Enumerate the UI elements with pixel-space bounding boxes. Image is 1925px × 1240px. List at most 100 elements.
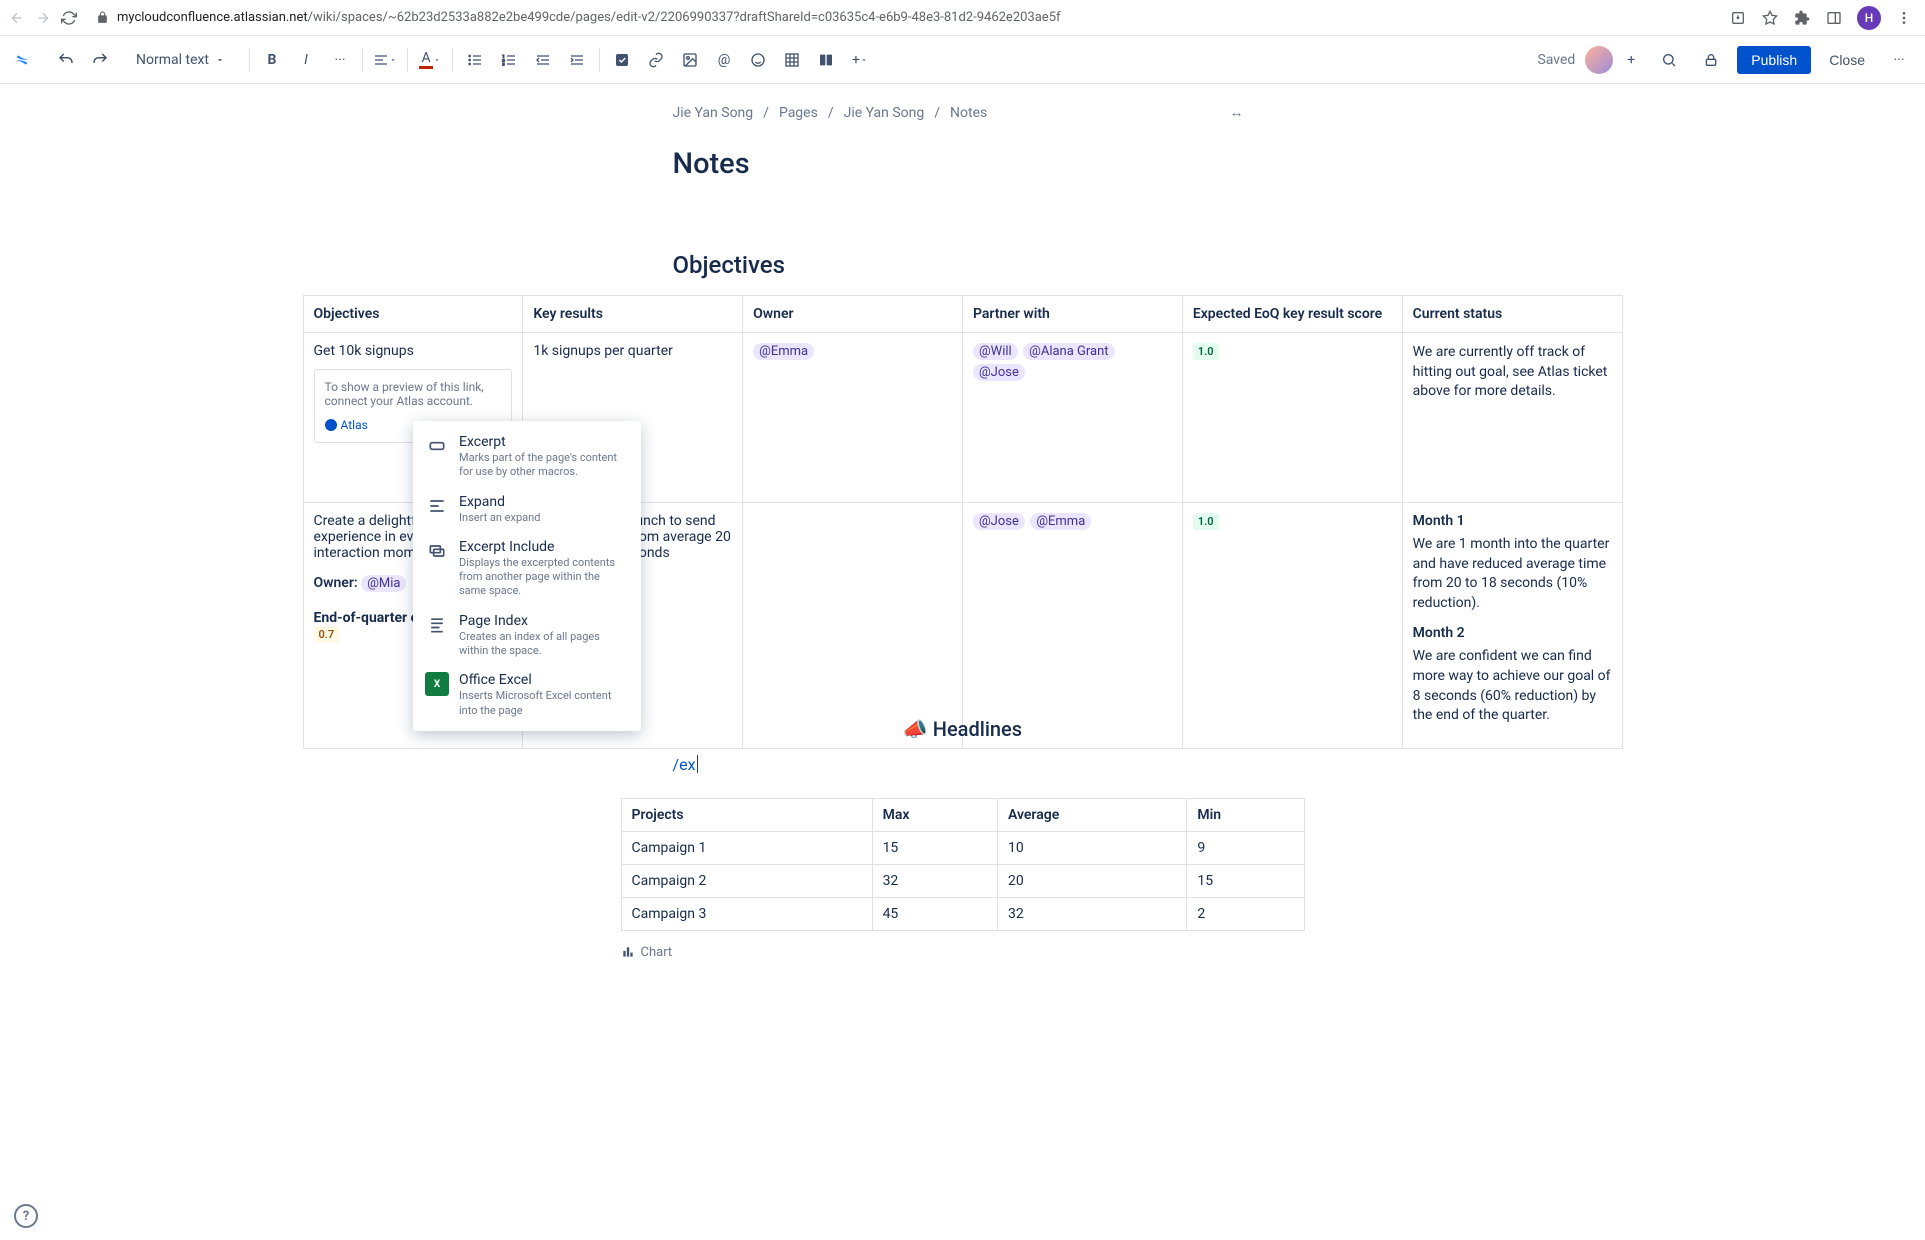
slash-item-page-index[interactable]: Page IndexCreates an index of all pages …: [413, 606, 641, 666]
more-formatting-button[interactable]: ···: [324, 44, 356, 76]
find-replace-button[interactable]: [1653, 44, 1685, 76]
score-cell[interactable]: 1.0: [1182, 503, 1402, 749]
browser-menu-icon[interactable]: [1895, 9, 1913, 27]
restrictions-button[interactable]: [1695, 44, 1727, 76]
owner-cell[interactable]: @Emma: [743, 333, 963, 503]
slash-item-office-excel[interactable]: X Office ExcelInserts Microsoft Excel co…: [413, 665, 641, 725]
status-cell[interactable]: Month 1 We are 1 month into the quarter …: [1402, 503, 1622, 749]
mention-chip[interactable]: @Jose: [973, 364, 1025, 381]
chart-macro-hint[interactable]: Chart: [621, 945, 1305, 960]
partner-cell[interactable]: @Jose @Emma: [962, 503, 1182, 749]
score-cell[interactable]: 1.0: [1182, 333, 1402, 503]
close-button[interactable]: Close: [1821, 46, 1873, 74]
cell[interactable]: 20: [997, 864, 1186, 897]
cell[interactable]: 45: [872, 897, 997, 930]
url-domain: mycloudconfluence.atlassian.net: [117, 10, 308, 25]
link-button[interactable]: [640, 44, 672, 76]
owner-cell[interactable]: [743, 503, 963, 749]
slash-item-expand[interactable]: ExpandInsert an expand: [413, 487, 641, 532]
mention-chip[interactable]: @Jose: [973, 513, 1025, 530]
numbered-list-button[interactable]: 123: [493, 44, 525, 76]
indent-button[interactable]: [561, 44, 593, 76]
cell[interactable]: 32: [872, 864, 997, 897]
breadcrumb-item[interactable]: Pages: [779, 105, 818, 121]
invite-button[interactable]: +: [1619, 48, 1643, 72]
emoji-button[interactable]: [742, 44, 774, 76]
page-width-toggle[interactable]: ↔: [1230, 104, 1243, 121]
install-app-icon[interactable]: [1729, 9, 1747, 27]
slash-command-menu[interactable]: ExcerptMarks part of the page's content …: [413, 421, 641, 731]
status-text: We are confident we can find more way to…: [1413, 647, 1612, 725]
mention-chip[interactable]: @Mia: [361, 575, 406, 592]
side-panel-icon[interactable]: [1825, 9, 1843, 27]
bold-button[interactable]: B: [256, 44, 288, 76]
excerpt-icon: [425, 434, 449, 458]
nav-back-icon[interactable]: [8, 9, 26, 27]
objectives-heading[interactable]: Objectives: [303, 251, 1623, 279]
chevron-down-icon: [215, 55, 225, 65]
slash-item-excerpt[interactable]: ExcerptMarks part of the page's content …: [413, 427, 641, 487]
url-bar[interactable]: mycloudconfluence.atlassian.net/wiki/spa…: [86, 10, 1721, 25]
mention-chip[interactable]: @Will: [973, 343, 1018, 360]
cell[interactable]: 15: [872, 831, 997, 864]
table-row[interactable]: Campaign 1 15 10 9: [621, 831, 1304, 864]
nav-forward-icon[interactable]: [34, 9, 52, 27]
objective-text[interactable]: Get 10k signups: [314, 343, 513, 359]
mention-chip[interactable]: @Emma: [753, 343, 814, 360]
col-header: Max: [872, 798, 997, 831]
mention-chip[interactable]: @Emma: [1030, 513, 1091, 530]
slash-desc: Displays the excerpted contents from ano…: [459, 556, 629, 599]
mention-button[interactable]: @: [708, 44, 740, 76]
slash-item-excerpt-include[interactable]: Excerpt IncludeDisplays the excerpted co…: [413, 532, 641, 606]
headlines-table[interactable]: Projects Max Average Min Campaign 1 15 1…: [621, 798, 1305, 931]
image-button[interactable]: [674, 44, 706, 76]
publish-button[interactable]: Publish: [1737, 46, 1811, 74]
text-color-button[interactable]: A: [414, 44, 446, 76]
text-style-select[interactable]: Normal text: [126, 44, 235, 76]
status-cell[interactable]: We are currently off track of hitting ou…: [1402, 333, 1622, 503]
page-title[interactable]: Notes: [303, 147, 1623, 181]
cell[interactable]: 15: [1187, 864, 1304, 897]
extensions-icon[interactable]: [1793, 9, 1811, 27]
slash-title: Excerpt Include: [459, 539, 629, 555]
undo-button[interactable]: [50, 44, 82, 76]
slash-input-line[interactable]: /ex: [303, 755, 1623, 774]
nav-reload-icon[interactable]: [60, 9, 78, 27]
table-row[interactable]: Campaign 3 45 32 2: [621, 897, 1304, 930]
cell[interactable]: Campaign 1: [621, 831, 872, 864]
cell[interactable]: Campaign 3: [621, 897, 872, 930]
mention-chip[interactable]: @Alana Grant: [1023, 343, 1114, 360]
browser-chrome: mycloudconfluence.atlassian.net/wiki/spa…: [0, 0, 1925, 36]
page-index-icon: [425, 613, 449, 637]
cell[interactable]: Campaign 2: [621, 864, 872, 897]
bullet-list-button[interactable]: [459, 44, 491, 76]
cell[interactable]: 10: [997, 831, 1186, 864]
bookmark-star-icon[interactable]: [1761, 9, 1779, 27]
table-row[interactable]: Campaign 2 32 20 15: [621, 864, 1304, 897]
layouts-button[interactable]: [810, 44, 842, 76]
italic-button[interactable]: I: [290, 44, 322, 76]
cell[interactable]: 32: [997, 897, 1186, 930]
slash-title: Office Excel: [459, 672, 629, 688]
table-header-row: Projects Max Average Min: [621, 798, 1304, 831]
slash-title: Expand: [459, 494, 629, 510]
table-button[interactable]: [776, 44, 808, 76]
more-actions-button[interactable]: ···: [1883, 44, 1915, 76]
breadcrumb-item[interactable]: Jie Yan Song: [844, 105, 925, 121]
cell[interactable]: 9: [1187, 831, 1304, 864]
action-item-button[interactable]: [606, 44, 638, 76]
breadcrumb-item[interactable]: Jie Yan Song: [673, 105, 754, 121]
partner-cell[interactable]: @Will @Alana Grant @Jose: [962, 333, 1182, 503]
cell[interactable]: 2: [1187, 897, 1304, 930]
insert-button[interactable]: +: [844, 44, 876, 76]
profile-avatar[interactable]: H: [1857, 6, 1881, 30]
editor-avatar[interactable]: [1585, 46, 1613, 74]
col-header: Owner: [743, 296, 963, 333]
confluence-logo-icon[interactable]: [10, 48, 34, 72]
breadcrumb-item[interactable]: Notes: [950, 105, 987, 121]
redo-button[interactable]: [84, 44, 116, 76]
align-button[interactable]: [369, 44, 401, 76]
help-button[interactable]: ?: [14, 1204, 38, 1228]
outdent-button[interactable]: [527, 44, 559, 76]
status-month-title: Month 1: [1413, 513, 1612, 529]
